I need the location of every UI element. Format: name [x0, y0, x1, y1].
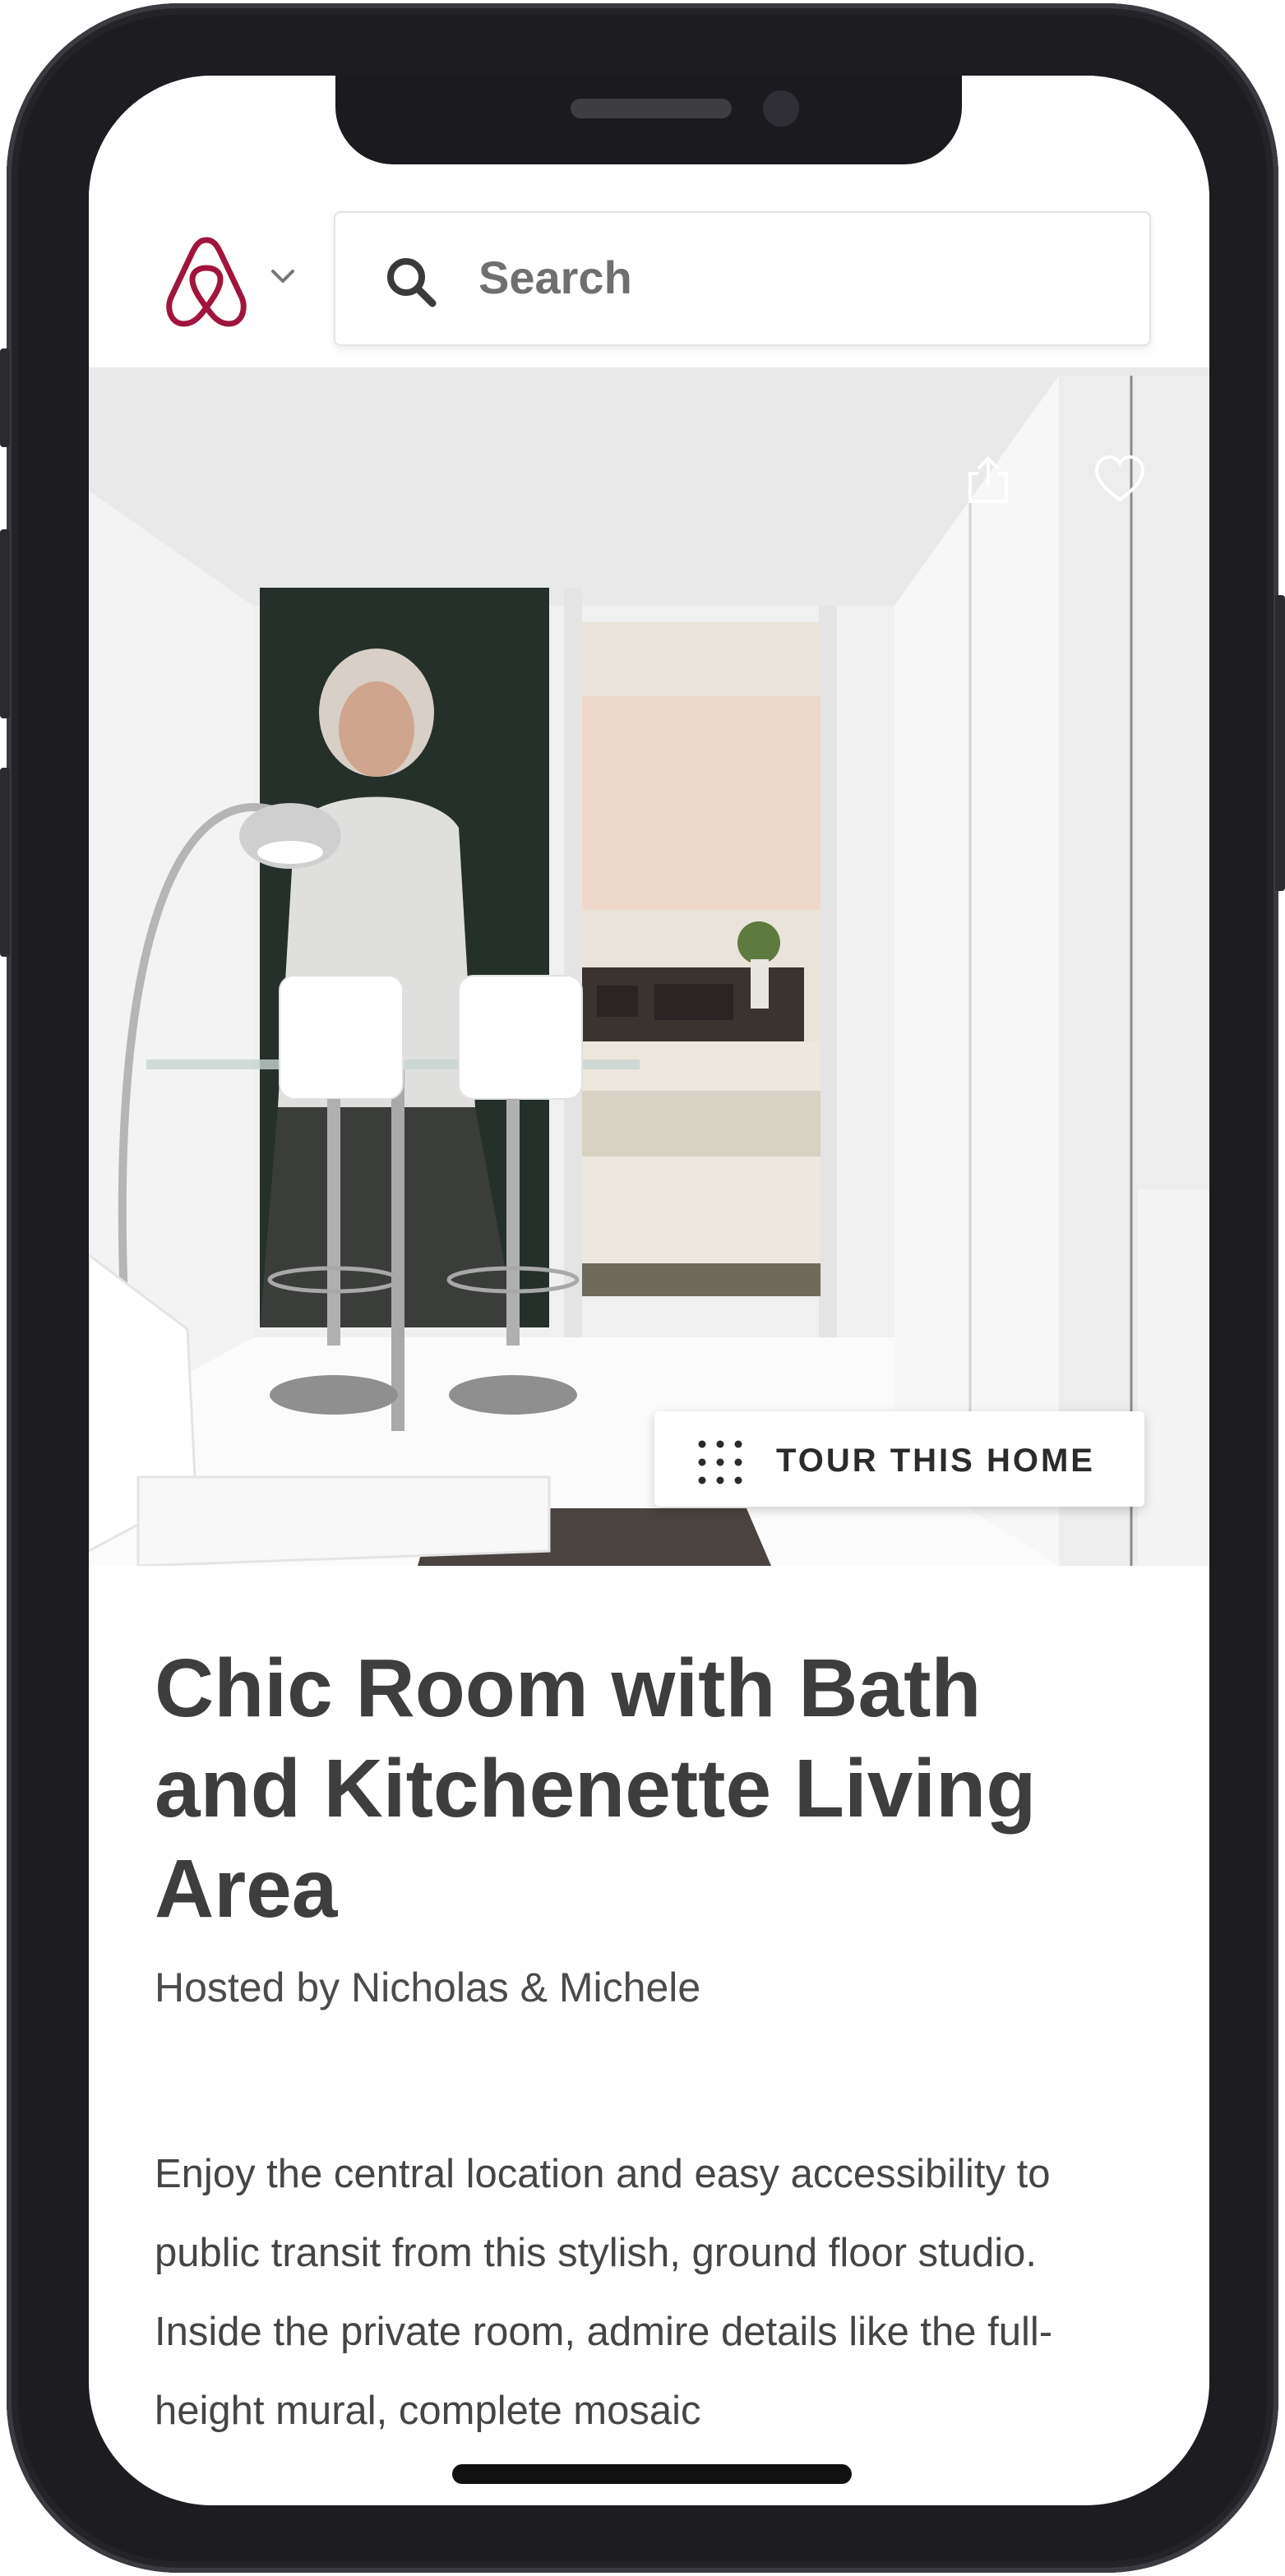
grid-dots-icon [698, 1440, 742, 1484]
notch [335, 76, 962, 164]
listing-title: Chic Room with Bath and Kitchenette Livi… [155, 1642, 1037, 1935]
speaker [571, 99, 732, 118]
tour-home-label: TOUR THIS HOME [776, 1443, 1095, 1479]
room-illustration [89, 367, 1209, 1566]
side-button [0, 768, 10, 957]
search-icon [387, 258, 437, 307]
listing-description: Enjoy the central location and easy acce… [155, 2152, 1053, 2433]
host-name[interactable]: Hosted by Nicholas & Michele [155, 1964, 1141, 2011]
side-button [0, 529, 10, 718]
screen: Search TOUR THIS HOME Chic Room with Bat… [89, 76, 1209, 2505]
listing-photo[interactable]: TOUR THIS HOME [89, 367, 1209, 1566]
home-indicator[interactable] [452, 2464, 852, 2484]
share-icon[interactable] [962, 454, 1015, 506]
listing-details: Chic Room with Bath and Kitchenette Livi… [155, 1566, 1141, 2450]
phone-frame: Search TOUR THIS HOME Chic Room with Bat… [0, 3, 1285, 2573]
side-button [0, 349, 10, 447]
tour-home-button[interactable]: TOUR THIS HOME [654, 1411, 1144, 1507]
search-input[interactable]: Search [334, 211, 1151, 346]
side-button [1275, 595, 1285, 891]
chevron-down-icon[interactable] [268, 261, 298, 291]
front-camera [763, 90, 799, 127]
heart-icon[interactable] [1093, 454, 1146, 506]
search-placeholder: Search [478, 252, 632, 303]
airbnb-logo[interactable] [161, 233, 252, 332]
